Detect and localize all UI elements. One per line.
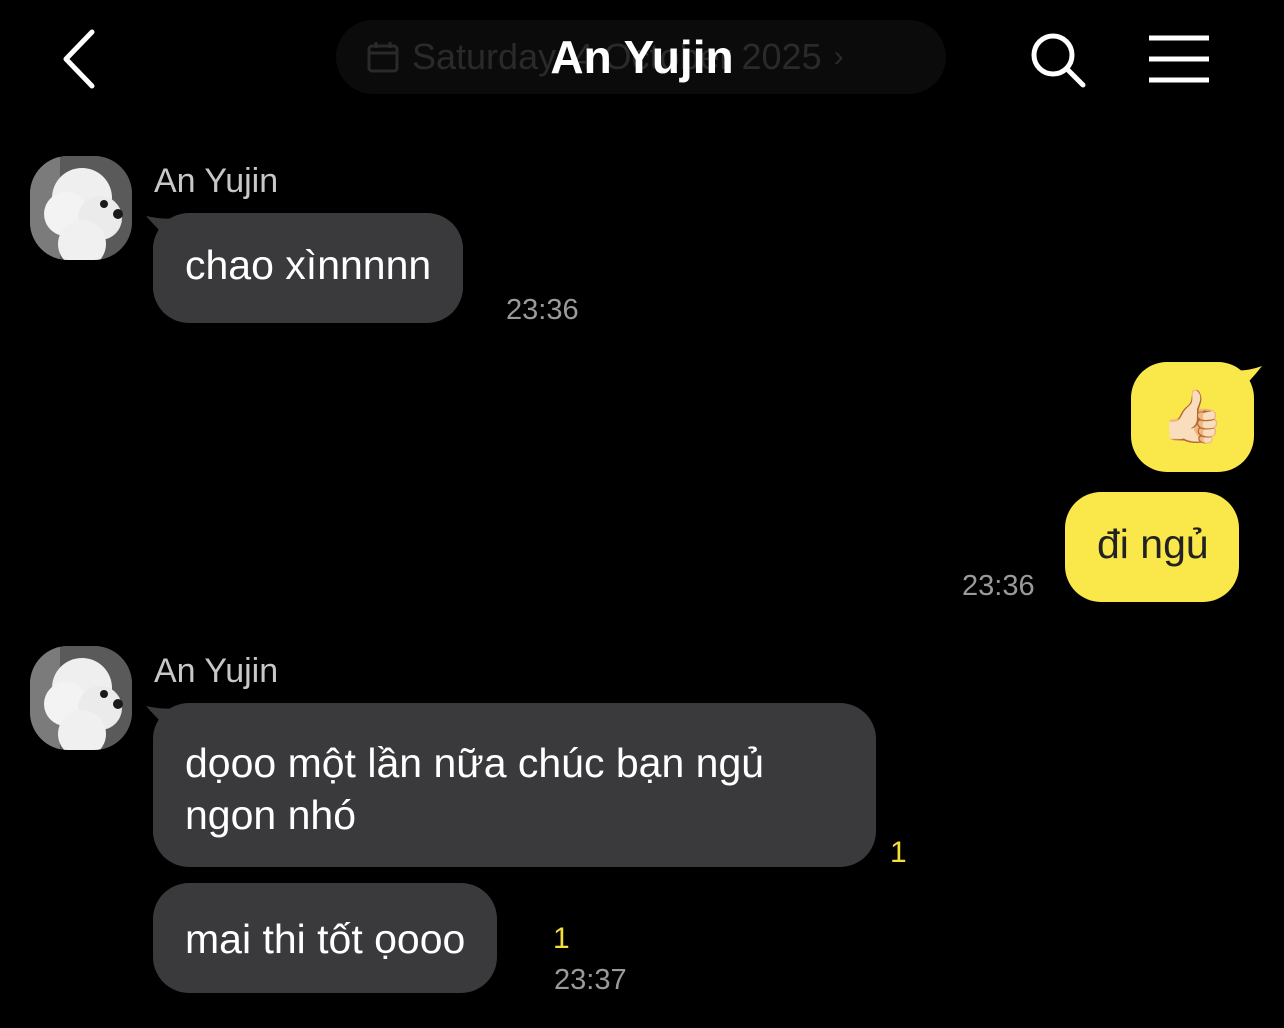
message-text-line: dọoo một lần nữa chúc bạn ngủ: [185, 740, 765, 786]
message-bubble[interactable]: chao xìnnnnn: [153, 213, 464, 323]
unread-count: 1: [553, 922, 570, 955]
poodle-avatar-image: [30, 156, 132, 260]
message-time: 23:37: [554, 964, 627, 996]
chat-header: Saturday, 4 October 2025 › An Yujin: [0, 0, 1284, 120]
message-bubble[interactable]: dọoo một lần nữa chúc bạn ngủ ngon nhó: [153, 703, 876, 867]
message-text: mai thi tốt ọooo: [185, 916, 466, 962]
unread-count: 1: [890, 836, 907, 869]
poodle-avatar-image: [30, 646, 132, 750]
message-text: chao xìnnnnn: [185, 242, 432, 288]
menu-button[interactable]: [1146, 34, 1212, 84]
menu-icon: [1149, 35, 1209, 83]
message-text-line: ngon nhó: [185, 792, 357, 838]
message-bubble[interactable]: mai thi tốt ọooo: [153, 883, 498, 993]
message-bubble[interactable]: đi ngủ: [1065, 492, 1239, 602]
avatar[interactable]: [30, 646, 132, 750]
message-time: 23:36: [962, 570, 1035, 602]
sender-name: An Yujin: [154, 652, 279, 690]
message-bubble[interactable]: 👍🏻: [1131, 362, 1254, 472]
message-text: đi ngủ: [1097, 521, 1209, 567]
message-time: 23:36: [506, 294, 579, 326]
sender-name: An Yujin: [154, 162, 279, 200]
avatar[interactable]: [30, 156, 132, 260]
search-icon: [1031, 33, 1086, 88]
thumbs-up-emoji: 👍🏻: [1160, 388, 1225, 446]
search-button[interactable]: [1028, 30, 1088, 90]
chat-title: An Yujin: [550, 31, 734, 83]
